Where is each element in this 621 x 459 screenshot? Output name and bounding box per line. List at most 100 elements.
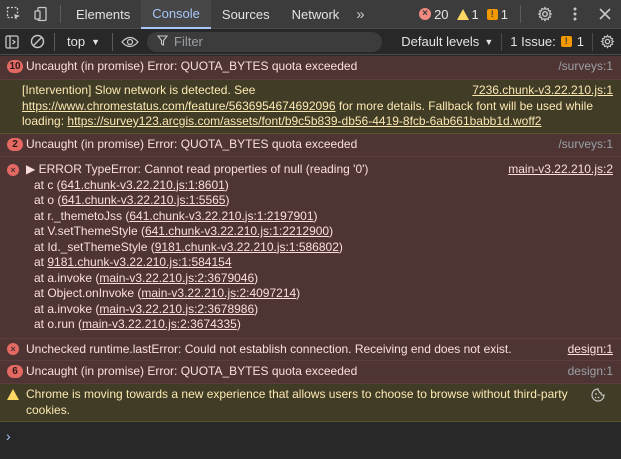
stack-frame: at Object.onInvoke (main-v3.22.210.js:2:… xyxy=(26,286,613,302)
frame-suffix: ) xyxy=(313,208,318,223)
console-messages: 10 /surveys:1 Uncaught (in promise) Erro… xyxy=(0,56,621,422)
console-message-runtime-error[interactable]: × design:1 Unchecked runtime.lastError: … xyxy=(0,339,621,361)
error-x-icon: × xyxy=(7,164,19,176)
inspect-element-icon[interactable] xyxy=(0,0,28,29)
console-toolbar: top ▼ Default levels ▼ 1 Issue: ! 1 xyxy=(0,29,621,55)
frame-source-link[interactable]: main-v3.22.210.js:2:3678986 xyxy=(99,302,254,316)
console-prompt[interactable]: › xyxy=(6,428,11,444)
more-vert-icon[interactable] xyxy=(565,0,585,29)
tab-elements[interactable]: Elements xyxy=(65,0,141,29)
issues-button[interactable]: 1 Issue: ! 1 xyxy=(501,32,592,51)
frame-suffix: ) xyxy=(254,301,259,316)
font-url-link[interactable]: https://survey123.arcgis.com/assets/font… xyxy=(67,114,541,128)
message-source[interactable]: /surveys:1 xyxy=(558,59,613,75)
issue-icon: ! xyxy=(486,8,498,20)
message-text: [Intervention] Slow network is detected.… xyxy=(22,83,256,97)
cookie-icon[interactable] xyxy=(591,388,605,407)
frame-suffix: ) xyxy=(296,286,301,300)
stack-trace: at c (641.chunk-v3.22.210.js:1:8601) at o… xyxy=(26,178,613,333)
console-message-warning[interactable]: Chrome is moving towards a new experienc… xyxy=(0,384,621,422)
tab-sources[interactable]: Sources xyxy=(211,0,281,29)
more-tabs-button[interactable]: » xyxy=(350,0,370,29)
message-source-link[interactable]: design:1 xyxy=(568,342,613,358)
message-source-link[interactable]: 7236.chunk-v3.22.210.js:1 xyxy=(472,83,613,99)
frame-source-link[interactable]: 641.chunk-v3.22.210.js:1:2212900 xyxy=(145,224,329,238)
log-levels-label: Default levels xyxy=(401,34,480,49)
console-message-intervention[interactable]: 7236.chunk-v3.22.210.js:1 [Intervention]… xyxy=(0,80,621,134)
frame-source-link[interactable]: 9181.chunk-v3.22.210.js:1:584154 xyxy=(47,255,231,269)
console-message-error-trace[interactable]: × main-v3.22.210.js:2 ▶ ERROR TypeError:… xyxy=(0,157,621,339)
console-message-error[interactable]: 6 design:1 Uncaught (in promise) Error: … xyxy=(0,361,621,384)
issues-label: 1 Issue: xyxy=(510,34,556,49)
warning-count: 1 xyxy=(471,6,479,22)
chevron-down-icon: ▼ xyxy=(484,36,494,47)
context-selector[interactable]: top ▼ xyxy=(59,34,108,49)
filter-icon xyxy=(156,34,169,49)
tabbar-divider xyxy=(60,5,61,23)
warning-icon xyxy=(456,8,469,20)
filter-input[interactable] xyxy=(174,34,354,49)
frame-function: at o ( xyxy=(34,193,62,207)
message-source[interactable]: /surveys:1 xyxy=(558,137,613,153)
issue-count: 1 xyxy=(500,6,508,22)
message-source-link[interactable]: main-v3.22.210.js:2 xyxy=(508,162,613,178)
message-counters[interactable]: × 20 1 ! 1 xyxy=(419,0,621,29)
frame-source-link[interactable]: 641.chunk-v3.22.210.js:1:5565 xyxy=(61,193,225,207)
repeat-count-badge: 2 xyxy=(7,138,23,151)
frame-source-link[interactable]: 641.chunk-v3.22.210.js:1:2197901 xyxy=(129,209,313,223)
clear-console-icon[interactable] xyxy=(24,27,50,56)
log-levels-dropdown[interactable]: Default levels ▼ xyxy=(401,34,501,49)
frame-suffix: ) xyxy=(236,317,241,331)
gear-icon[interactable] xyxy=(533,0,557,29)
error-count: 20 xyxy=(434,6,449,22)
frame-suffix: ) xyxy=(254,270,259,285)
frame-source-link[interactable]: main-v3.22.210.js:2:3679046 xyxy=(99,271,254,285)
message-text: Uncaught (in promise) Error: QUOTA_BYTES… xyxy=(26,59,358,73)
stack-frame: at a.invoke (main-v3.22.210.js:2:3678986… xyxy=(26,302,613,318)
issue-icon: ! xyxy=(560,36,572,47)
stack-frame: at o (641.chunk-v3.22.210.js:1:5565) xyxy=(26,193,613,209)
stack-frame: at V.setThemeStyle (641.chunk-v3.22.210.… xyxy=(26,224,613,240)
frame-source-link[interactable]: main-v3.22.210.js:2:4097214 xyxy=(141,286,296,300)
stack-frame: at o.run (main-v3.22.210.js:2:3674335) xyxy=(26,317,613,333)
frame-function: at o.run ( xyxy=(34,317,83,331)
tab-console[interactable]: Console xyxy=(141,0,211,29)
frame-function: at xyxy=(34,255,48,269)
message-source[interactable]: design:1 xyxy=(568,364,613,380)
toolbar-divider xyxy=(54,32,55,51)
console-message-error[interactable]: 2 /surveys:1 Uncaught (in promise) Error… xyxy=(0,134,621,157)
warning-counter[interactable]: 1 xyxy=(456,6,479,22)
stack-frame: at c (641.chunk-v3.22.210.js:1:8601) xyxy=(26,178,613,194)
console-settings-gear-icon[interactable] xyxy=(592,32,621,51)
device-toolbar-icon[interactable] xyxy=(28,0,56,29)
sidebar-toggle-icon[interactable] xyxy=(0,27,24,56)
error-icon: × xyxy=(419,8,432,20)
tab-network[interactable]: Network xyxy=(281,0,351,29)
frame-function: at a.invoke ( xyxy=(34,301,100,316)
message-text: Unchecked runtime.lastError: Could not e… xyxy=(26,342,512,356)
frame-function: at c ( xyxy=(34,177,61,192)
frame-suffix: ) xyxy=(338,239,343,254)
stack-frame: at Id._setThemeStyle (9181.chunk-v3.22.2… xyxy=(26,240,613,256)
frame-source-link[interactable]: 641.chunk-v3.22.210.js:1:8601 xyxy=(61,178,225,192)
frame-source-link[interactable]: main-v3.22.210.js:2:3674335 xyxy=(82,317,237,331)
repeat-count-badge: 6 xyxy=(7,365,23,378)
frame-suffix: ) xyxy=(225,193,230,207)
live-expression-icon[interactable] xyxy=(117,27,143,56)
toolbar-divider xyxy=(112,32,113,51)
frame-function: at Object.onInvoke ( xyxy=(34,286,142,300)
close-icon[interactable] xyxy=(593,0,617,29)
filter-box[interactable] xyxy=(147,31,382,52)
stack-frame: at 9181.chunk-v3.22.210.js:1:584154 xyxy=(26,255,613,271)
message-text: Uncaught (in promise) Error: QUOTA_BYTES… xyxy=(26,364,358,378)
error-x-icon: × xyxy=(7,343,19,355)
chromestatus-link[interactable]: https://www.chromestatus.com/feature/563… xyxy=(22,99,336,113)
repeat-count-badge: 10 xyxy=(7,60,23,73)
console-message-error[interactable]: 10 /surveys:1 Uncaught (in promise) Erro… xyxy=(0,56,621,80)
error-counter[interactable]: × 20 xyxy=(419,6,449,22)
frame-source-link[interactable]: 9181.chunk-v3.22.210.js:1:586802 xyxy=(155,240,339,254)
issue-counter[interactable]: ! 1 xyxy=(486,6,508,22)
devtools-tabbar: Elements Console Sources Network » × 20 … xyxy=(0,0,621,29)
frame-suffix: ) xyxy=(224,177,229,192)
chevron-down-icon: ▼ xyxy=(91,36,100,47)
